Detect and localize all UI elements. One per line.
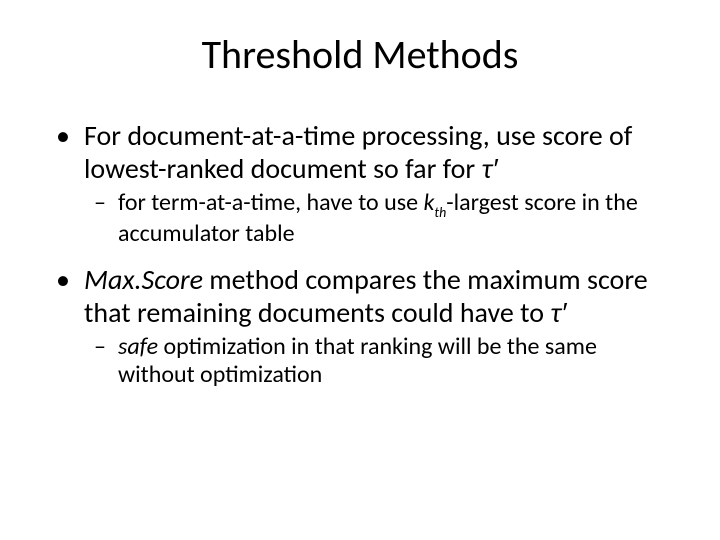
sub-list-1: for term-at-a-time, have to use kth-larg…	[94, 189, 664, 249]
slide-title: Threshold Methods	[36, 30, 684, 79]
sub-bullet-1-1: for term-at-a-time, have to use kth-larg…	[94, 189, 664, 249]
safe-term: safe	[118, 332, 158, 361]
bullet-list: For document-at-a-time processing, use s…	[56, 119, 664, 389]
bullet-1: For document-at-a-time processing, use s…	[56, 119, 664, 249]
sub-2-1-rest: optimization in that ranking will be the…	[118, 332, 597, 389]
th-subscript: th	[434, 204, 446, 221]
maxscore-term: Max.Score	[84, 262, 203, 297]
tau-symbol-2: τ′	[550, 295, 566, 330]
sub-list-2: safe optimization in that ranking will b…	[94, 333, 664, 390]
slide: Threshold Methods For document-at-a-time…	[0, 0, 720, 540]
bullet-2: Max.Score method compares the maximum sc…	[56, 263, 664, 390]
bullet-1-text: For document-at-a-time processing, use s…	[84, 118, 632, 186]
tau-symbol: τ′	[481, 151, 497, 186]
sub-1-1-a: for term-at-a-time, have to use	[118, 188, 423, 217]
k-var: k	[423, 188, 434, 217]
sub-bullet-2-1: safe optimization in that ranking will b…	[94, 333, 664, 390]
